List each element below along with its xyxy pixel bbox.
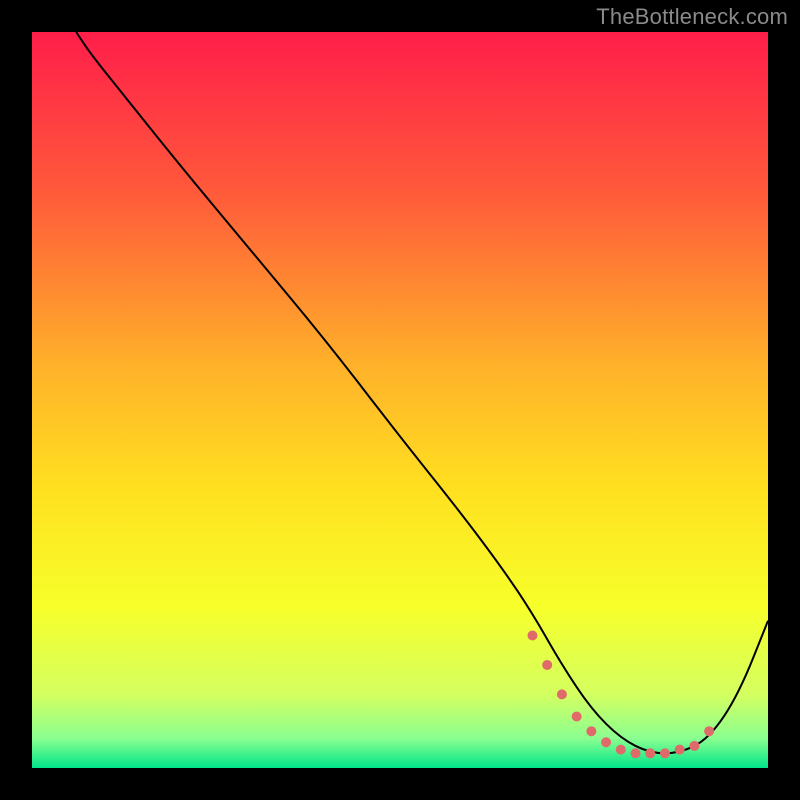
optimal-point (689, 741, 699, 751)
chart-background (32, 32, 768, 768)
optimal-point (557, 689, 567, 699)
chart-plot (32, 32, 768, 768)
optimal-point (675, 745, 685, 755)
watermark-text: TheBottleneck.com (596, 4, 788, 30)
optimal-point (704, 726, 714, 736)
chart-stage: TheBottleneck.com (0, 0, 800, 800)
chart-svg (32, 32, 768, 768)
optimal-point (631, 748, 641, 758)
optimal-point (572, 711, 582, 721)
optimal-point (660, 748, 670, 758)
optimal-point (542, 660, 552, 670)
optimal-point (527, 631, 537, 641)
optimal-point (645, 748, 655, 758)
optimal-point (601, 737, 611, 747)
optimal-point (616, 745, 626, 755)
optimal-point (586, 726, 596, 736)
